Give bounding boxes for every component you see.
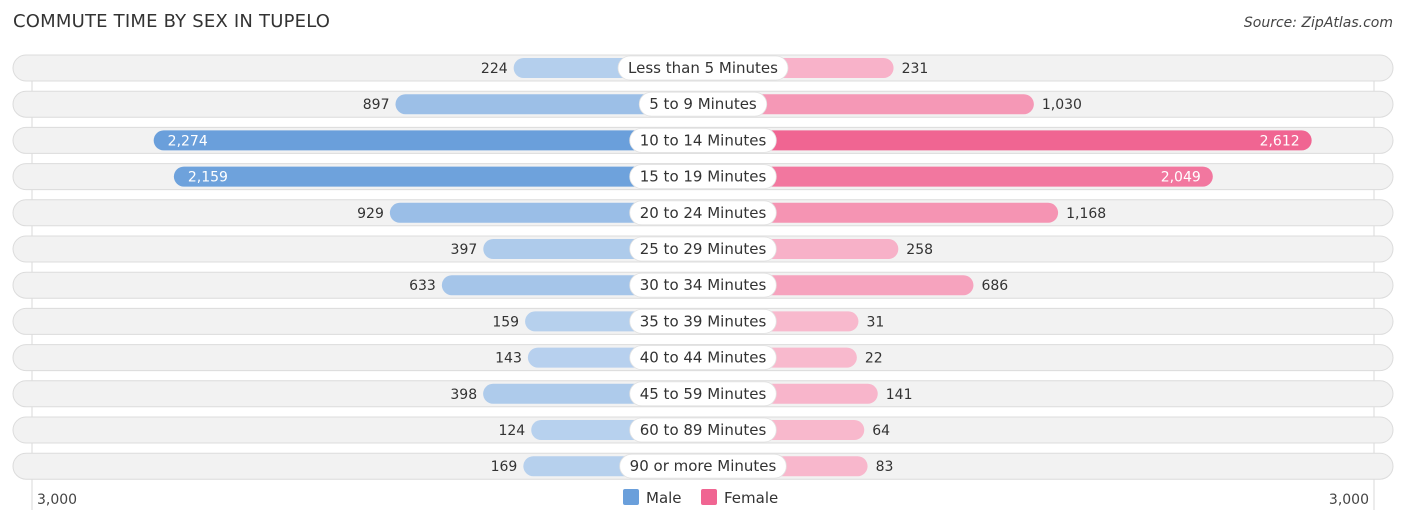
value-label-female: 22	[865, 351, 883, 367]
value-label-female: 231	[902, 61, 929, 77]
bar-row: 633 686 30 to 34 Minutes	[12, 271, 1394, 299]
bar-row: 124 64 60 to 89 Minutes	[12, 416, 1394, 444]
legend-swatch-female	[701, 489, 717, 505]
bar-male	[153, 130, 703, 151]
value-label-male: 143	[495, 351, 522, 367]
bar-row: 224 231 Less than 5 Minutes	[12, 54, 1394, 82]
bar-female	[703, 166, 1213, 187]
value-label-female: 31	[866, 314, 884, 330]
legend-label-male: Male	[646, 489, 682, 507]
category-label: 20 to 24 Minutes	[640, 204, 767, 222]
bar-row: 169 83 90 or more Minutes	[12, 452, 1394, 480]
category-label: Less than 5 Minutes	[628, 59, 778, 77]
category-label: 45 to 59 Minutes	[640, 385, 767, 403]
category-label: 35 to 39 Minutes	[640, 312, 767, 330]
value-label-male: 397	[451, 242, 478, 258]
value-label-male: 897	[363, 97, 390, 113]
category-label: 40 to 44 Minutes	[640, 349, 767, 367]
value-label-male: 2,274	[168, 133, 208, 149]
value-label-female: 1,030	[1042, 97, 1082, 113]
bar-female	[703, 130, 1312, 151]
value-label-male: 633	[409, 278, 436, 294]
value-label-female: 83	[876, 459, 894, 475]
legend-swatch-male	[623, 489, 639, 505]
value-label-male: 124	[498, 423, 525, 439]
category-label: 25 to 29 Minutes	[640, 240, 767, 258]
value-label-female: 64	[872, 423, 890, 439]
bar-male	[173, 166, 704, 187]
value-label-female: 686	[981, 278, 1008, 294]
value-label-female: 1,168	[1066, 206, 1106, 222]
value-label-male: 224	[481, 61, 508, 77]
axis-label-left: 3,000	[37, 492, 77, 508]
axis-label-right: 3,000	[1329, 492, 1369, 508]
bar-row: 398 141 45 to 59 Minutes	[12, 380, 1394, 408]
value-label-female: 2,612	[1260, 133, 1300, 149]
category-label: 15 to 19 Minutes	[640, 168, 767, 186]
legend: Male Female	[623, 489, 778, 507]
category-label: 60 to 89 Minutes	[640, 421, 767, 439]
bar-row: 897 1,030 5 to 9 Minutes	[12, 90, 1394, 118]
bar-row: 2,274 2,612 10 to 14 Minutes	[12, 126, 1394, 154]
value-label-female: 2,049	[1161, 170, 1201, 186]
bar-row: 929 1,168 20 to 24 Minutes	[12, 199, 1394, 227]
value-label-female: 141	[886, 387, 913, 403]
category-label: 90 or more Minutes	[630, 457, 777, 475]
value-label-male: 159	[492, 314, 519, 330]
value-label-male: 929	[357, 206, 384, 222]
value-label-male: 398	[450, 387, 477, 403]
category-label: 30 to 34 Minutes	[640, 276, 767, 294]
bar-row: 2,159 2,049 15 to 19 Minutes	[12, 163, 1394, 191]
category-label: 5 to 9 Minutes	[649, 95, 757, 113]
bar-row: 397 258 25 to 29 Minutes	[12, 235, 1394, 263]
bar-row: 159 31 35 to 39 Minutes	[12, 307, 1394, 335]
value-label-male: 2,159	[188, 170, 228, 186]
value-label-female: 258	[906, 242, 933, 258]
bar-row: 143 22 40 to 44 Minutes	[12, 344, 1394, 372]
diverging-bar-chart: 224 231 Less than 5 Minutes 897 1,030 5 to 9 …	[12, 54, 1394, 510]
category-label: 10 to 14 Minutes	[640, 131, 767, 149]
legend-label-female: Female	[724, 489, 778, 507]
value-label-male: 169	[491, 459, 518, 475]
